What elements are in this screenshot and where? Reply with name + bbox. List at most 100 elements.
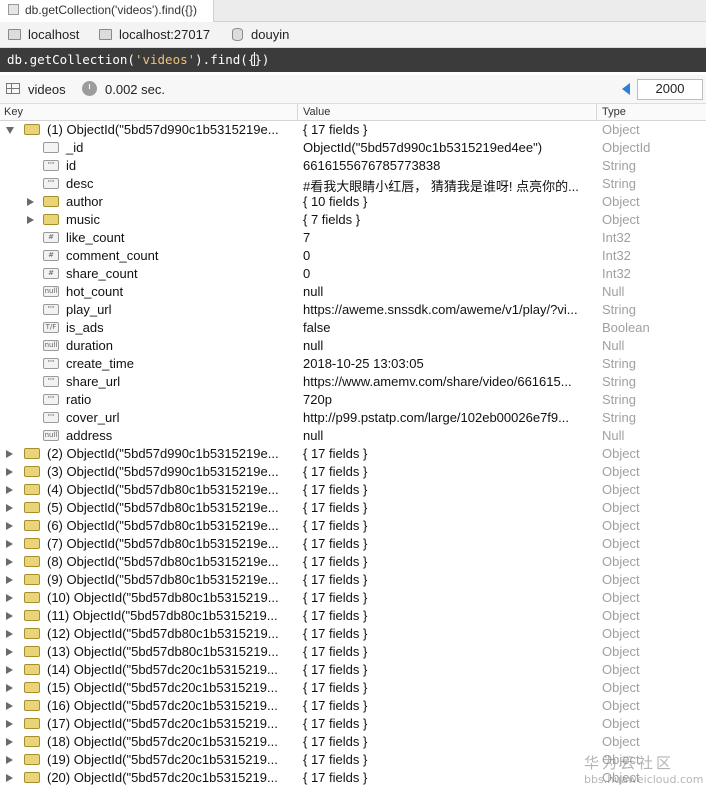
column-type[interactable]: Type [602,106,626,118]
field-row[interactable]: null hot_count null Null [0,283,706,301]
expand-arrow-icon[interactable] [6,756,13,764]
field-value: http://p99.pstatp.com/large/102eb00026e7… [303,410,569,425]
document-row[interactable]: (3) ObjectId("5bd57d990c1b5315219e... { 1… [0,463,706,481]
document-row[interactable]: (12) ObjectId("5bd57db80c1b5315219... { 1… [0,625,706,643]
expand-arrow-icon[interactable] [6,450,13,458]
column-separator[interactable] [297,104,298,121]
query-editor[interactable]: db.getCollection('videos').find({}) [0,48,706,72]
document-row[interactable]: (14) ObjectId("5bd57dc20c1b5315219... { 1… [0,661,706,679]
table-view-icon[interactable] [6,83,20,94]
object-icon [24,754,40,765]
field-value: { 17 fields } [303,770,368,785]
field-value: { 7 fields } [303,212,361,227]
field-row[interactable]: # share_count 0 Int32 [0,265,706,283]
field-value: { 17 fields } [303,644,368,659]
field-row[interactable]: "" ratio 720p String [0,391,706,409]
document-row[interactable]: (4) ObjectId("5bd57db80c1b5315219e... { 1… [0,481,706,499]
expand-arrow-icon[interactable] [27,198,34,206]
field-row[interactable]: _id ObjectId("5bd57d990c1b5315219ed4ee") O… [0,139,706,157]
expand-arrow-icon[interactable] [6,630,13,638]
field-row[interactable]: T/F is_ads false Boolean [0,319,706,337]
field-key: (17) ObjectId("5bd57dc20c1b5315219... [47,716,278,731]
expand-arrow-icon[interactable] [6,576,13,584]
expand-arrow-icon[interactable] [6,504,13,512]
document-row[interactable]: (16) ObjectId("5bd57dc20c1b5315219... { 1… [0,697,706,715]
previous-page-icon[interactable] [622,83,630,95]
field-row[interactable]: null address null Null [0,427,706,445]
server-label: localhost:27017 [119,27,211,42]
field-row[interactable]: null duration null Null [0,337,706,355]
expand-arrow-icon[interactable] [6,684,13,692]
limit-input[interactable]: 2000 [637,79,703,100]
field-type: Object [602,518,640,533]
field-key: (15) ObjectId("5bd57dc20c1b5315219... [47,680,278,695]
expand-arrow-icon[interactable] [6,702,13,710]
field-row[interactable]: "" play_url https://aweme.snssdk.com/aweme… [0,301,706,319]
field-key: (11) ObjectId("5bd57db80c1b5315219... [47,608,278,623]
document-row[interactable]: (7) ObjectId("5bd57db80c1b5315219e... { 1… [0,535,706,553]
field-row[interactable]: "" create_time 2018-10-25 13:03:05 String [0,355,706,373]
expand-arrow-icon[interactable] [6,720,13,728]
query-text[interactable]: db.getCollection('videos').find({}) [7,52,269,67]
expand-arrow-icon[interactable] [6,522,13,530]
document-row[interactable]: (8) ObjectId("5bd57db80c1b5315219e... { 1… [0,553,706,571]
expand-arrow-icon[interactable] [6,774,13,782]
expand-arrow-icon[interactable] [6,558,13,566]
field-type: Int32 [602,266,631,281]
expand-arrow-icon[interactable] [6,612,13,620]
field-row[interactable]: "" id 6616155676785773838 String [0,157,706,175]
expand-arrow-icon[interactable] [6,468,13,476]
column-separator[interactable] [596,104,597,121]
database-item[interactable]: douyin [232,27,289,42]
field-row[interactable]: "" desc #看我大眼睛小红唇， 猜猜我是谁呀! 点亮你的... String [0,175,706,194]
expand-arrow-icon[interactable] [6,666,13,674]
server-item[interactable]: localhost:27017 [99,27,210,42]
field-row[interactable]: author { 10 fields } Object [0,193,706,211]
field-value: https://www.amemv.com/share/video/661615… [303,374,572,389]
field-type: Object [602,500,640,515]
expand-arrow-icon[interactable] [6,738,13,746]
database-label: douyin [251,27,290,42]
expand-arrow-icon[interactable] [6,540,13,548]
object-icon [24,448,40,459]
field-row[interactable]: # like_count 7 Int32 [0,229,706,247]
field-key: share_url [66,374,121,389]
result-time: 0.002 sec. [105,82,165,97]
query-tab[interactable]: db.getCollection('videos').find({}) [0,0,214,22]
field-key: duration [66,338,113,353]
field-type: Boolean [602,320,650,335]
object-icon [24,646,40,657]
host-item[interactable]: localhost [8,27,79,42]
field-key: desc [66,176,94,191]
field-key: (8) ObjectId("5bd57db80c1b5315219e... [47,554,279,569]
results-tree: (1) ObjectId("5bd57d990c1b5315219e... { 1… [0,121,706,787]
expand-arrow-icon[interactable] [6,486,13,494]
collapse-arrow-icon[interactable] [6,127,14,134]
document-row[interactable]: (10) ObjectId("5bd57db80c1b5315219... { 1… [0,589,706,607]
document-row[interactable]: (9) ObjectId("5bd57db80c1b5315219e... { 1… [0,571,706,589]
expand-arrow-icon[interactable] [6,594,13,602]
field-row[interactable]: "" cover_url http://p99.pstatp.com/large/1… [0,409,706,427]
document-row[interactable]: (5) ObjectId("5bd57db80c1b5315219e... { 1… [0,499,706,517]
column-key[interactable]: Key [4,106,23,118]
field-row[interactable]: "" share_url https://www.amemv.com/share/v… [0,373,706,391]
expand-arrow-icon[interactable] [6,648,13,656]
document-row[interactable]: (2) ObjectId("5bd57d990c1b5315219e... { 1… [0,445,706,463]
field-type: String [602,302,636,317]
expand-arrow-icon[interactable] [27,216,34,224]
document-row[interactable]: (1) ObjectId("5bd57d990c1b5315219e... { 1… [0,121,706,139]
field-row[interactable]: music { 7 fields } Object [0,211,706,229]
document-row[interactable]: (11) ObjectId("5bd57db80c1b5315219... { 1… [0,607,706,625]
field-value: { 17 fields } [303,500,368,515]
document-row[interactable]: (15) ObjectId("5bd57dc20c1b5315219... { 1… [0,679,706,697]
document-row[interactable]: (18) ObjectId("5bd57dc20c1b5315219... { 1… [0,733,706,751]
document-row[interactable]: (17) ObjectId("5bd57dc20c1b5315219... { 1… [0,715,706,733]
document-icon [8,4,19,15]
column-value[interactable]: Value [303,106,330,118]
document-row[interactable]: (6) ObjectId("5bd57db80c1b5315219e... { 1… [0,517,706,535]
field-key: (1) ObjectId("5bd57d990c1b5315219e... [47,122,279,137]
object-icon [24,610,40,621]
field-value: 7 [303,230,311,245]
document-row[interactable]: (13) ObjectId("5bd57db80c1b5315219... { 1… [0,643,706,661]
field-row[interactable]: # comment_count 0 Int32 [0,247,706,265]
